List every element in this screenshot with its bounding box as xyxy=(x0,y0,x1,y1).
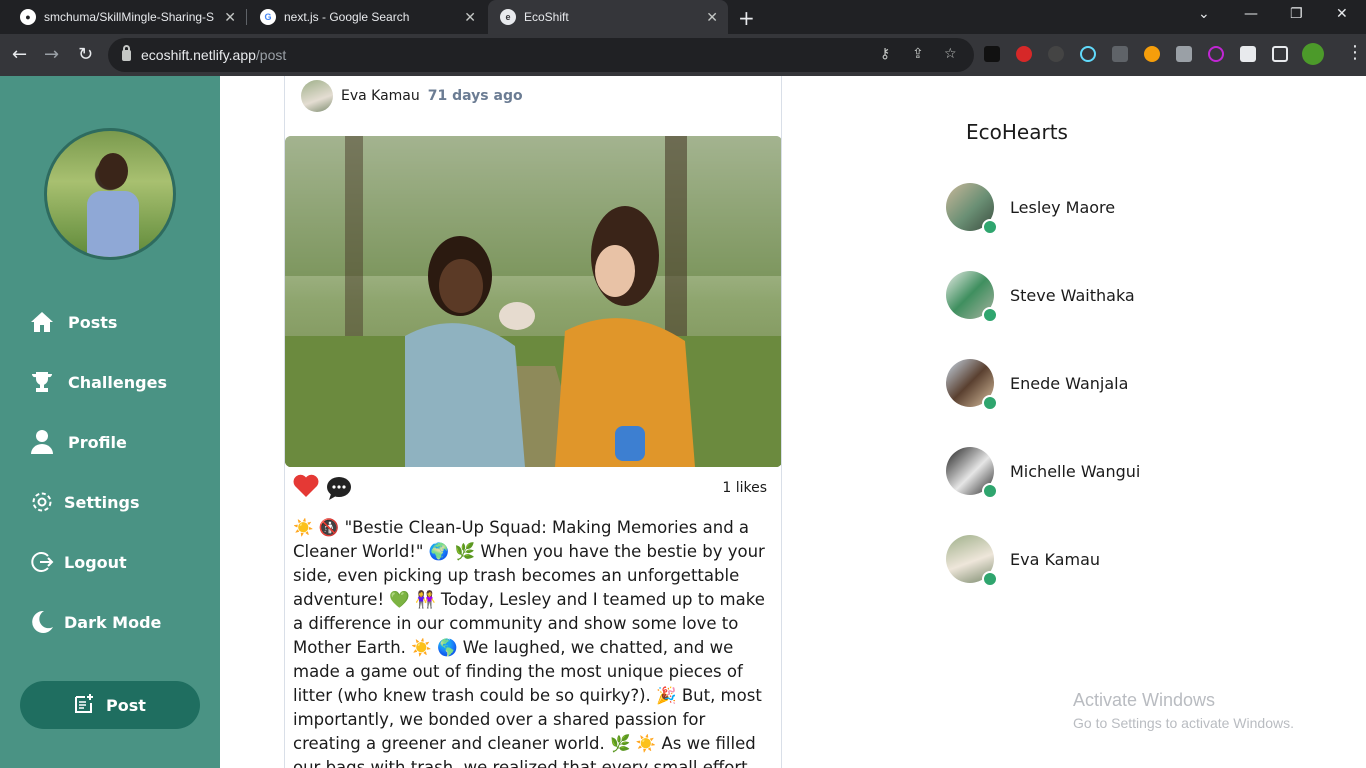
post-image[interactable] xyxy=(285,136,781,467)
extension-icon[interactable] xyxy=(1208,46,1224,62)
github-icon: ● xyxy=(20,9,36,25)
comment-icon[interactable] xyxy=(326,476,352,504)
avatar xyxy=(946,359,998,411)
back-button[interactable]: ← xyxy=(12,44,27,65)
sidebar-item-logout[interactable]: Logout xyxy=(30,550,127,574)
gear-icon xyxy=(30,490,54,514)
sidebar-item-challenges[interactable]: Challenges xyxy=(30,370,167,394)
post-add-icon xyxy=(74,693,94,717)
online-status-dot xyxy=(982,483,998,499)
bookmark-star-icon[interactable]: ☆ xyxy=(944,46,957,62)
url-path: /post xyxy=(255,47,287,63)
activate-windows-title: Activate Windows xyxy=(1073,690,1216,710)
online-status-dot xyxy=(982,307,998,323)
user-icon xyxy=(30,430,54,454)
post-body: ☀️ 🚯 "Bestie Clean-Up Squad: Making Memo… xyxy=(293,518,765,768)
extension-icon[interactable] xyxy=(984,46,1000,62)
sidebar-item-settings[interactable]: Settings xyxy=(30,490,140,514)
post-author-row: Eva Kamau 71 days ago xyxy=(301,80,523,112)
tab-github[interactable]: ● smchuma/SkillMingle-Sharing-S ✕ xyxy=(8,0,246,34)
new-tab-button[interactable]: + xyxy=(738,6,755,30)
sidebar-item-posts[interactable]: Posts xyxy=(30,310,117,334)
sidepanel-icon[interactable] xyxy=(1272,46,1288,62)
post-timestamp: 71 days ago xyxy=(427,88,523,104)
sidebar-item-dark-mode[interactable]: Dark Mode xyxy=(30,610,161,634)
close-icon[interactable]: ✕ xyxy=(706,9,718,26)
avatar xyxy=(946,447,998,499)
home-icon xyxy=(30,310,54,334)
activate-windows-subtitle: Go to Settings to activate Windows. xyxy=(1073,715,1294,731)
post-actions: 1 likes xyxy=(293,474,773,504)
create-post-button[interactable]: Post xyxy=(20,681,200,729)
browser-tab-bar: ● smchuma/SkillMingle-Sharing-S ✕ G next… xyxy=(0,0,1366,34)
user-avatar[interactable] xyxy=(44,128,176,260)
online-status-dot xyxy=(982,571,998,587)
address-bar[interactable]: ecoshift.netlify.app /post ⚷ ⇪ ☆ xyxy=(108,38,974,72)
author-avatar[interactable] xyxy=(301,80,333,112)
maximize-button[interactable]: ❐ xyxy=(1290,6,1303,22)
online-status-dot xyxy=(982,395,998,411)
minimize-button[interactable]: — xyxy=(1244,6,1258,22)
logout-icon xyxy=(30,550,54,574)
ecoheart-item[interactable]: Eva Kamau xyxy=(946,535,1100,587)
likes-count: 1 likes xyxy=(722,480,767,496)
ecoheart-item[interactable]: Steve Waithaka xyxy=(946,271,1135,323)
puzzle-icon[interactable] xyxy=(1240,46,1256,62)
sidebar-item-profile[interactable]: Profile xyxy=(30,430,127,454)
ecohearts-title: EcoHearts xyxy=(966,120,1068,144)
reload-button[interactable]: ↻ xyxy=(78,44,93,65)
share-icon[interactable]: ⇪ xyxy=(912,46,924,62)
react-devtools-icon[interactable] xyxy=(1080,46,1096,62)
avatar xyxy=(946,183,998,235)
google-icon: G xyxy=(260,9,276,25)
extension-icon[interactable] xyxy=(1016,46,1032,62)
ecoheart-item[interactable]: Michelle Wangui xyxy=(946,447,1140,499)
avatar xyxy=(946,271,998,323)
heart-icon[interactable] xyxy=(293,474,319,502)
tab-separator xyxy=(246,9,247,25)
tab-ecoshift[interactable]: e EcoShift ✕ xyxy=(488,0,728,34)
ecoheart-item[interactable]: Lesley Maore xyxy=(946,183,1115,235)
menu-icon[interactable]: ⋮ xyxy=(1346,42,1364,63)
close-window-button[interactable]: ✕ xyxy=(1336,6,1348,22)
online-status-dot xyxy=(982,219,998,235)
tab-search-icon[interactable]: ⌄ xyxy=(1198,6,1210,22)
author-name[interactable]: Eva Kamau xyxy=(341,88,420,104)
extension-icon[interactable] xyxy=(1112,46,1128,62)
browser-toolbar: ← → ↻ ecoshift.netlify.app /post ⚷ ⇪ ☆ ⋮ xyxy=(0,34,1366,76)
key-icon[interactable]: ⚷ xyxy=(880,46,890,62)
lock-icon xyxy=(122,44,131,61)
extension-icon[interactable] xyxy=(1176,46,1192,62)
ecoshift-icon: e xyxy=(500,9,516,25)
trophy-icon xyxy=(30,370,54,394)
avatar xyxy=(946,535,998,587)
post-card: Eva Kamau 71 days ago 1 likes ☀️ 🚯 "Best… xyxy=(284,76,782,768)
sidebar: Posts Challenges Profile Settings Logout… xyxy=(0,76,220,768)
extension-icon[interactable] xyxy=(1144,46,1160,62)
close-icon[interactable]: ✕ xyxy=(224,9,236,26)
profile-avatar[interactable] xyxy=(1302,43,1324,65)
url-host: ecoshift.netlify.app xyxy=(141,47,256,63)
extension-icon[interactable] xyxy=(1048,46,1064,62)
forward-button[interactable]: → xyxy=(44,44,59,65)
close-icon[interactable]: ✕ xyxy=(464,9,476,26)
ecoheart-item[interactable]: Enede Wanjala xyxy=(946,359,1128,411)
tab-google[interactable]: G next.js - Google Search ✕ xyxy=(248,0,486,34)
moon-icon xyxy=(30,610,54,634)
